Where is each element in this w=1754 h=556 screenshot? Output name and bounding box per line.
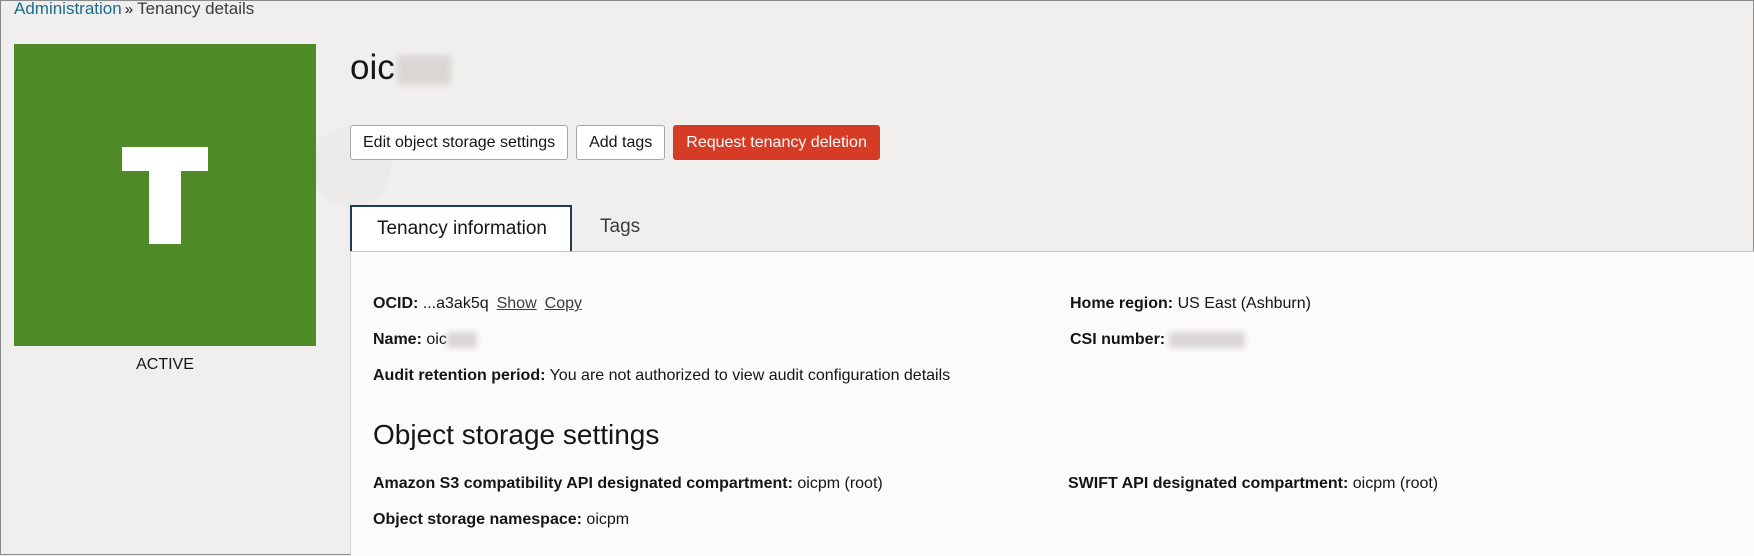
redacted-name-suffix (446, 331, 477, 348)
audit-retention-field: Audit retention period: You are not auth… (373, 366, 950, 386)
add-tags-button[interactable]: Add tags (576, 125, 666, 160)
redacted-csi-number (1169, 331, 1246, 348)
ocid-value: ...a3ak5q (422, 295, 489, 312)
ocid-copy-link[interactable]: Copy (545, 295, 582, 312)
breadcrumb: Administration» Tenancy details (14, 0, 254, 20)
breadcrumb-separator: » (124, 1, 134, 18)
namespace-value: oicpm (586, 511, 630, 528)
audit-retention-value: You are not authorized to view audit con… (549, 367, 951, 384)
swift-compartment-field: SWIFT API designated compartment: oicpm … (1068, 474, 1438, 494)
page-title-text: oic (350, 48, 395, 87)
s3-compartment-label: Amazon S3 compatibility API designated c… (373, 475, 793, 492)
swift-compartment-label: SWIFT API designated compartment: (1068, 475, 1349, 492)
avatar-letter-stem (149, 147, 181, 244)
redacted-title-suffix (396, 54, 451, 85)
status-label: ACTIVE (136, 356, 194, 373)
namespace-field: Object storage namespace: oicpm (373, 510, 629, 530)
tab-tenancy-information[interactable]: Tenancy information (350, 205, 572, 253)
ocid-show-link[interactable]: Show (497, 295, 537, 312)
tenancy-avatar: T (14, 44, 316, 346)
swift-compartment-value: oicpm (root) (1352, 475, 1439, 492)
object-storage-heading: Object storage settings (373, 419, 660, 450)
name-field: Name: oic (373, 330, 477, 350)
action-bar: Edit object storage settings Add tags Re… (350, 125, 880, 160)
request-tenancy-deletion-button[interactable]: Request tenancy deletion (673, 125, 880, 160)
home-region-field: Home region: US East (Ashburn) (1070, 294, 1311, 314)
tab-bar: Tenancy information Tags (350, 205, 668, 253)
tenancy-information-panel: OCID: ...a3ak5q Show Copy Name: oic Audit … (350, 251, 1754, 556)
tab-tags[interactable]: Tags (572, 205, 668, 249)
home-region-label: Home region: (1070, 295, 1174, 312)
audit-retention-label: Audit retention period: (373, 367, 546, 384)
page-title: oic (350, 44, 451, 92)
avatar-letter: T (14, 44, 15, 45)
home-region-value: US East (Ashburn) (1177, 295, 1311, 312)
s3-compartment-field: Amazon S3 compatibility API designated c… (373, 474, 883, 494)
namespace-label: Object storage namespace: (373, 511, 582, 528)
s3-compartment-value: oicpm (root) (797, 475, 883, 492)
edit-object-storage-settings-button[interactable]: Edit object storage settings (350, 125, 569, 160)
ocid-field: OCID: ...a3ak5q Show Copy (373, 294, 582, 314)
name-label: Name: (373, 331, 422, 348)
ocid-label: OCID: (373, 295, 419, 312)
csi-number-field: CSI number: (1070, 330, 1246, 350)
breadcrumb-administration-link[interactable]: Administration (14, 0, 122, 18)
name-value: oic (426, 331, 447, 348)
csi-number-label: CSI number: (1070, 331, 1166, 348)
breadcrumb-current: Tenancy details (137, 0, 255, 18)
